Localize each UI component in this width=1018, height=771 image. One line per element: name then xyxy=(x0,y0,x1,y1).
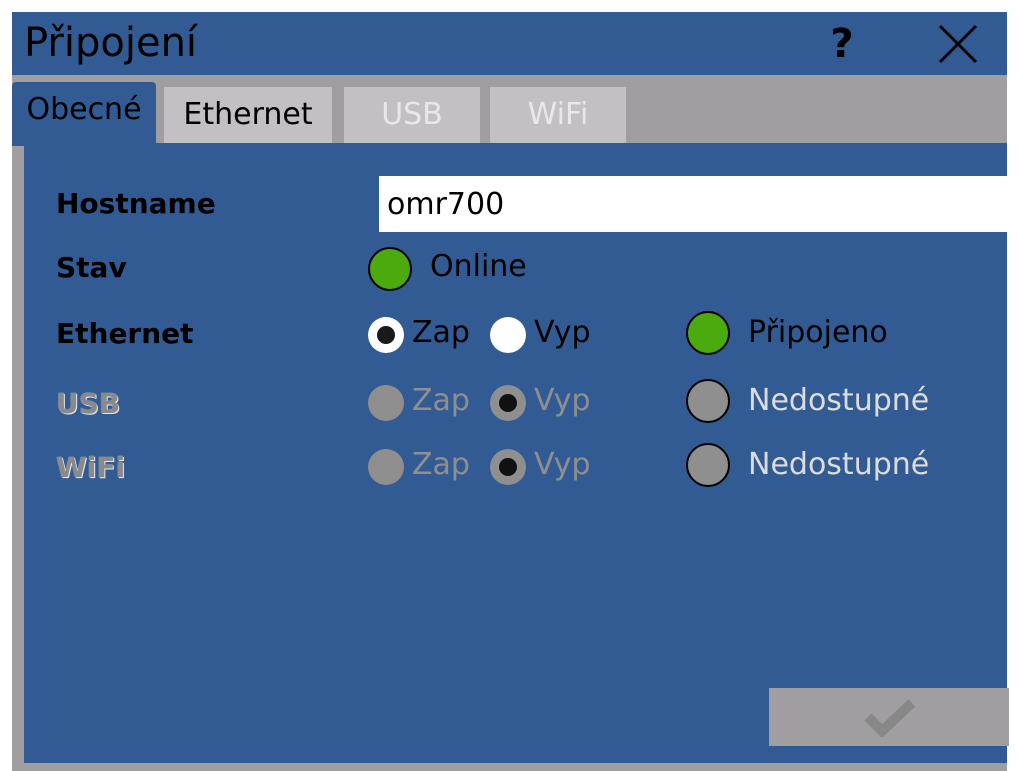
close-button[interactable] xyxy=(936,22,980,66)
usb-off-label[interactable]: Vyp xyxy=(534,383,591,418)
wifi-on-radio[interactable] xyxy=(368,449,404,485)
ethernet-state-text: Připojeno xyxy=(748,315,888,350)
wifi-on-label[interactable]: Zap xyxy=(412,447,470,482)
ethernet-off-radio[interactable] xyxy=(490,317,526,353)
ok-button[interactable] xyxy=(769,688,1009,746)
status-text: Online xyxy=(430,249,527,284)
ethernet-on-label[interactable]: Zap xyxy=(412,315,470,350)
ethernet-off-label[interactable]: Vyp xyxy=(534,315,591,350)
checkmark-icon xyxy=(864,699,916,737)
wifi-state-text: Nedostupné xyxy=(748,447,930,482)
ethernet-state-led-icon xyxy=(686,311,730,355)
status-label: Stav xyxy=(56,251,127,284)
dialog-title: Připojení xyxy=(24,20,198,66)
ethernet-label: Ethernet xyxy=(56,317,194,350)
tab-ethernet[interactable]: Ethernet xyxy=(164,87,332,143)
hostname-input[interactable] xyxy=(379,176,1009,232)
wifi-off-radio[interactable] xyxy=(490,449,526,485)
hostname-label: Hostname xyxy=(56,187,216,220)
usb-state-led-icon xyxy=(686,379,730,423)
wifi-label: WiFi xyxy=(56,451,126,484)
ethernet-on-radio[interactable] xyxy=(368,317,404,353)
usb-on-label[interactable]: Zap xyxy=(412,383,470,418)
usb-on-radio[interactable] xyxy=(368,385,404,421)
tab-usb[interactable]: USB xyxy=(344,87,480,143)
general-panel: Hostname Stav Online Ethernet Zap Vyp Př… xyxy=(24,143,1009,763)
help-button[interactable]: ? xyxy=(818,20,866,68)
title-bar: Připojení ? xyxy=(12,12,1007,75)
tab-wifi[interactable]: WiFi xyxy=(490,87,626,143)
wifi-state-led-icon xyxy=(686,443,730,487)
close-icon xyxy=(938,24,978,64)
status-led-icon xyxy=(368,247,412,291)
wifi-off-label[interactable]: Vyp xyxy=(534,447,591,482)
tab-obecne[interactable]: Obecné xyxy=(12,82,156,146)
usb-label: USB xyxy=(56,387,121,420)
usb-state-text: Nedostupné xyxy=(748,383,930,418)
usb-off-radio[interactable] xyxy=(490,385,526,421)
